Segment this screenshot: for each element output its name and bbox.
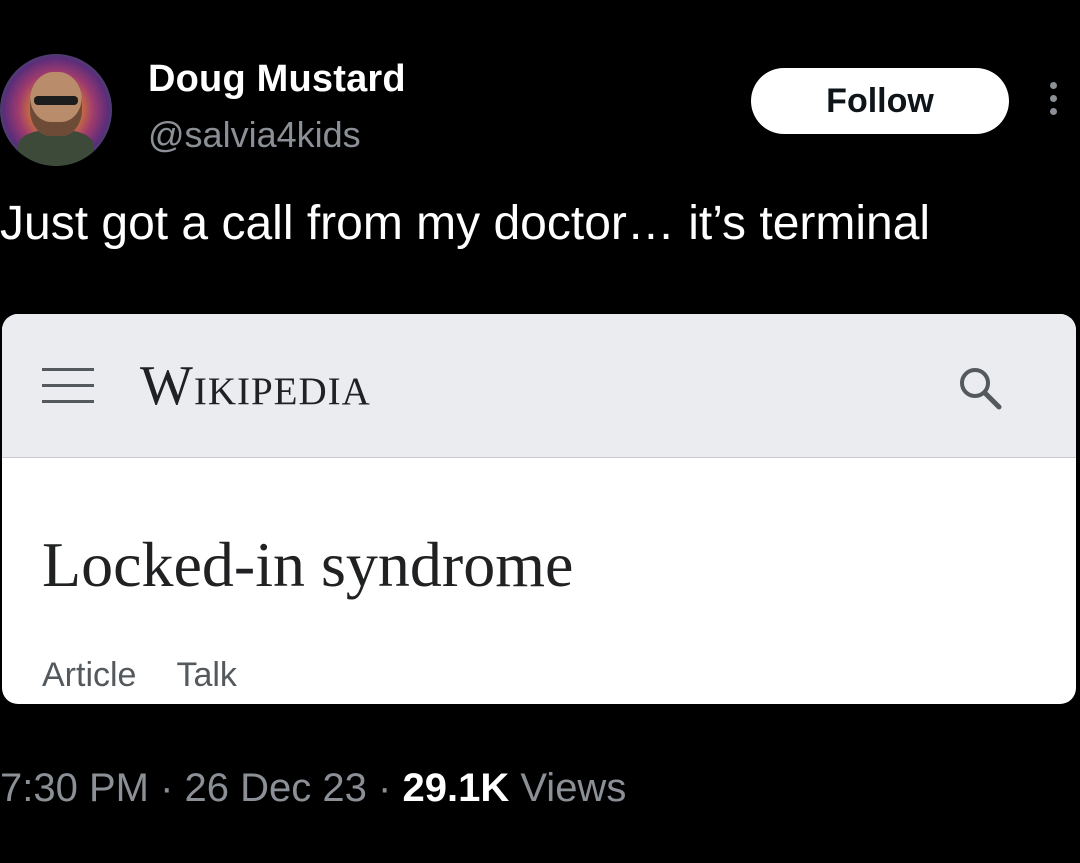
author-handle[interactable]: @salvia4kids [148,114,361,156]
wiki-header: Wikipedia [2,314,1076,458]
article-tabs: Article Talk [42,656,237,695]
search-icon[interactable] [954,362,1006,414]
hamburger-menu-icon[interactable] [42,368,94,404]
tab-article[interactable]: Article [42,656,136,695]
views-count: 29.1K [402,766,510,810]
wikipedia-logo[interactable]: Wikipedia [140,354,371,418]
tweet-text: Just got a call from my doctor… it’s ter… [0,197,931,250]
meta-separator: · [160,766,174,810]
tweet-time[interactable]: 7:30 PM [0,766,149,810]
meta-separator: · [378,766,392,810]
tweet-meta: 7:30 PM · 26 Dec 23 · 29.1K Views [0,766,626,811]
tweet-date[interactable]: 26 Dec 23 [185,766,367,810]
avatar[interactable] [0,54,112,166]
follow-button[interactable]: Follow [751,68,1009,134]
views-label: Views [520,766,627,810]
article-title: Locked-in syndrome [42,529,574,600]
tweet-page: Doug Mustard @salvia4kids Follow Just go… [0,0,1080,863]
tab-talk[interactable]: Talk [176,656,236,695]
avatar-glasses [34,96,78,105]
more-options-icon[interactable] [1046,82,1060,122]
author-name[interactable]: Doug Mustard [148,58,406,101]
link-card[interactable]: Wikipedia Locked-in syndrome Article Tal… [2,314,1076,704]
